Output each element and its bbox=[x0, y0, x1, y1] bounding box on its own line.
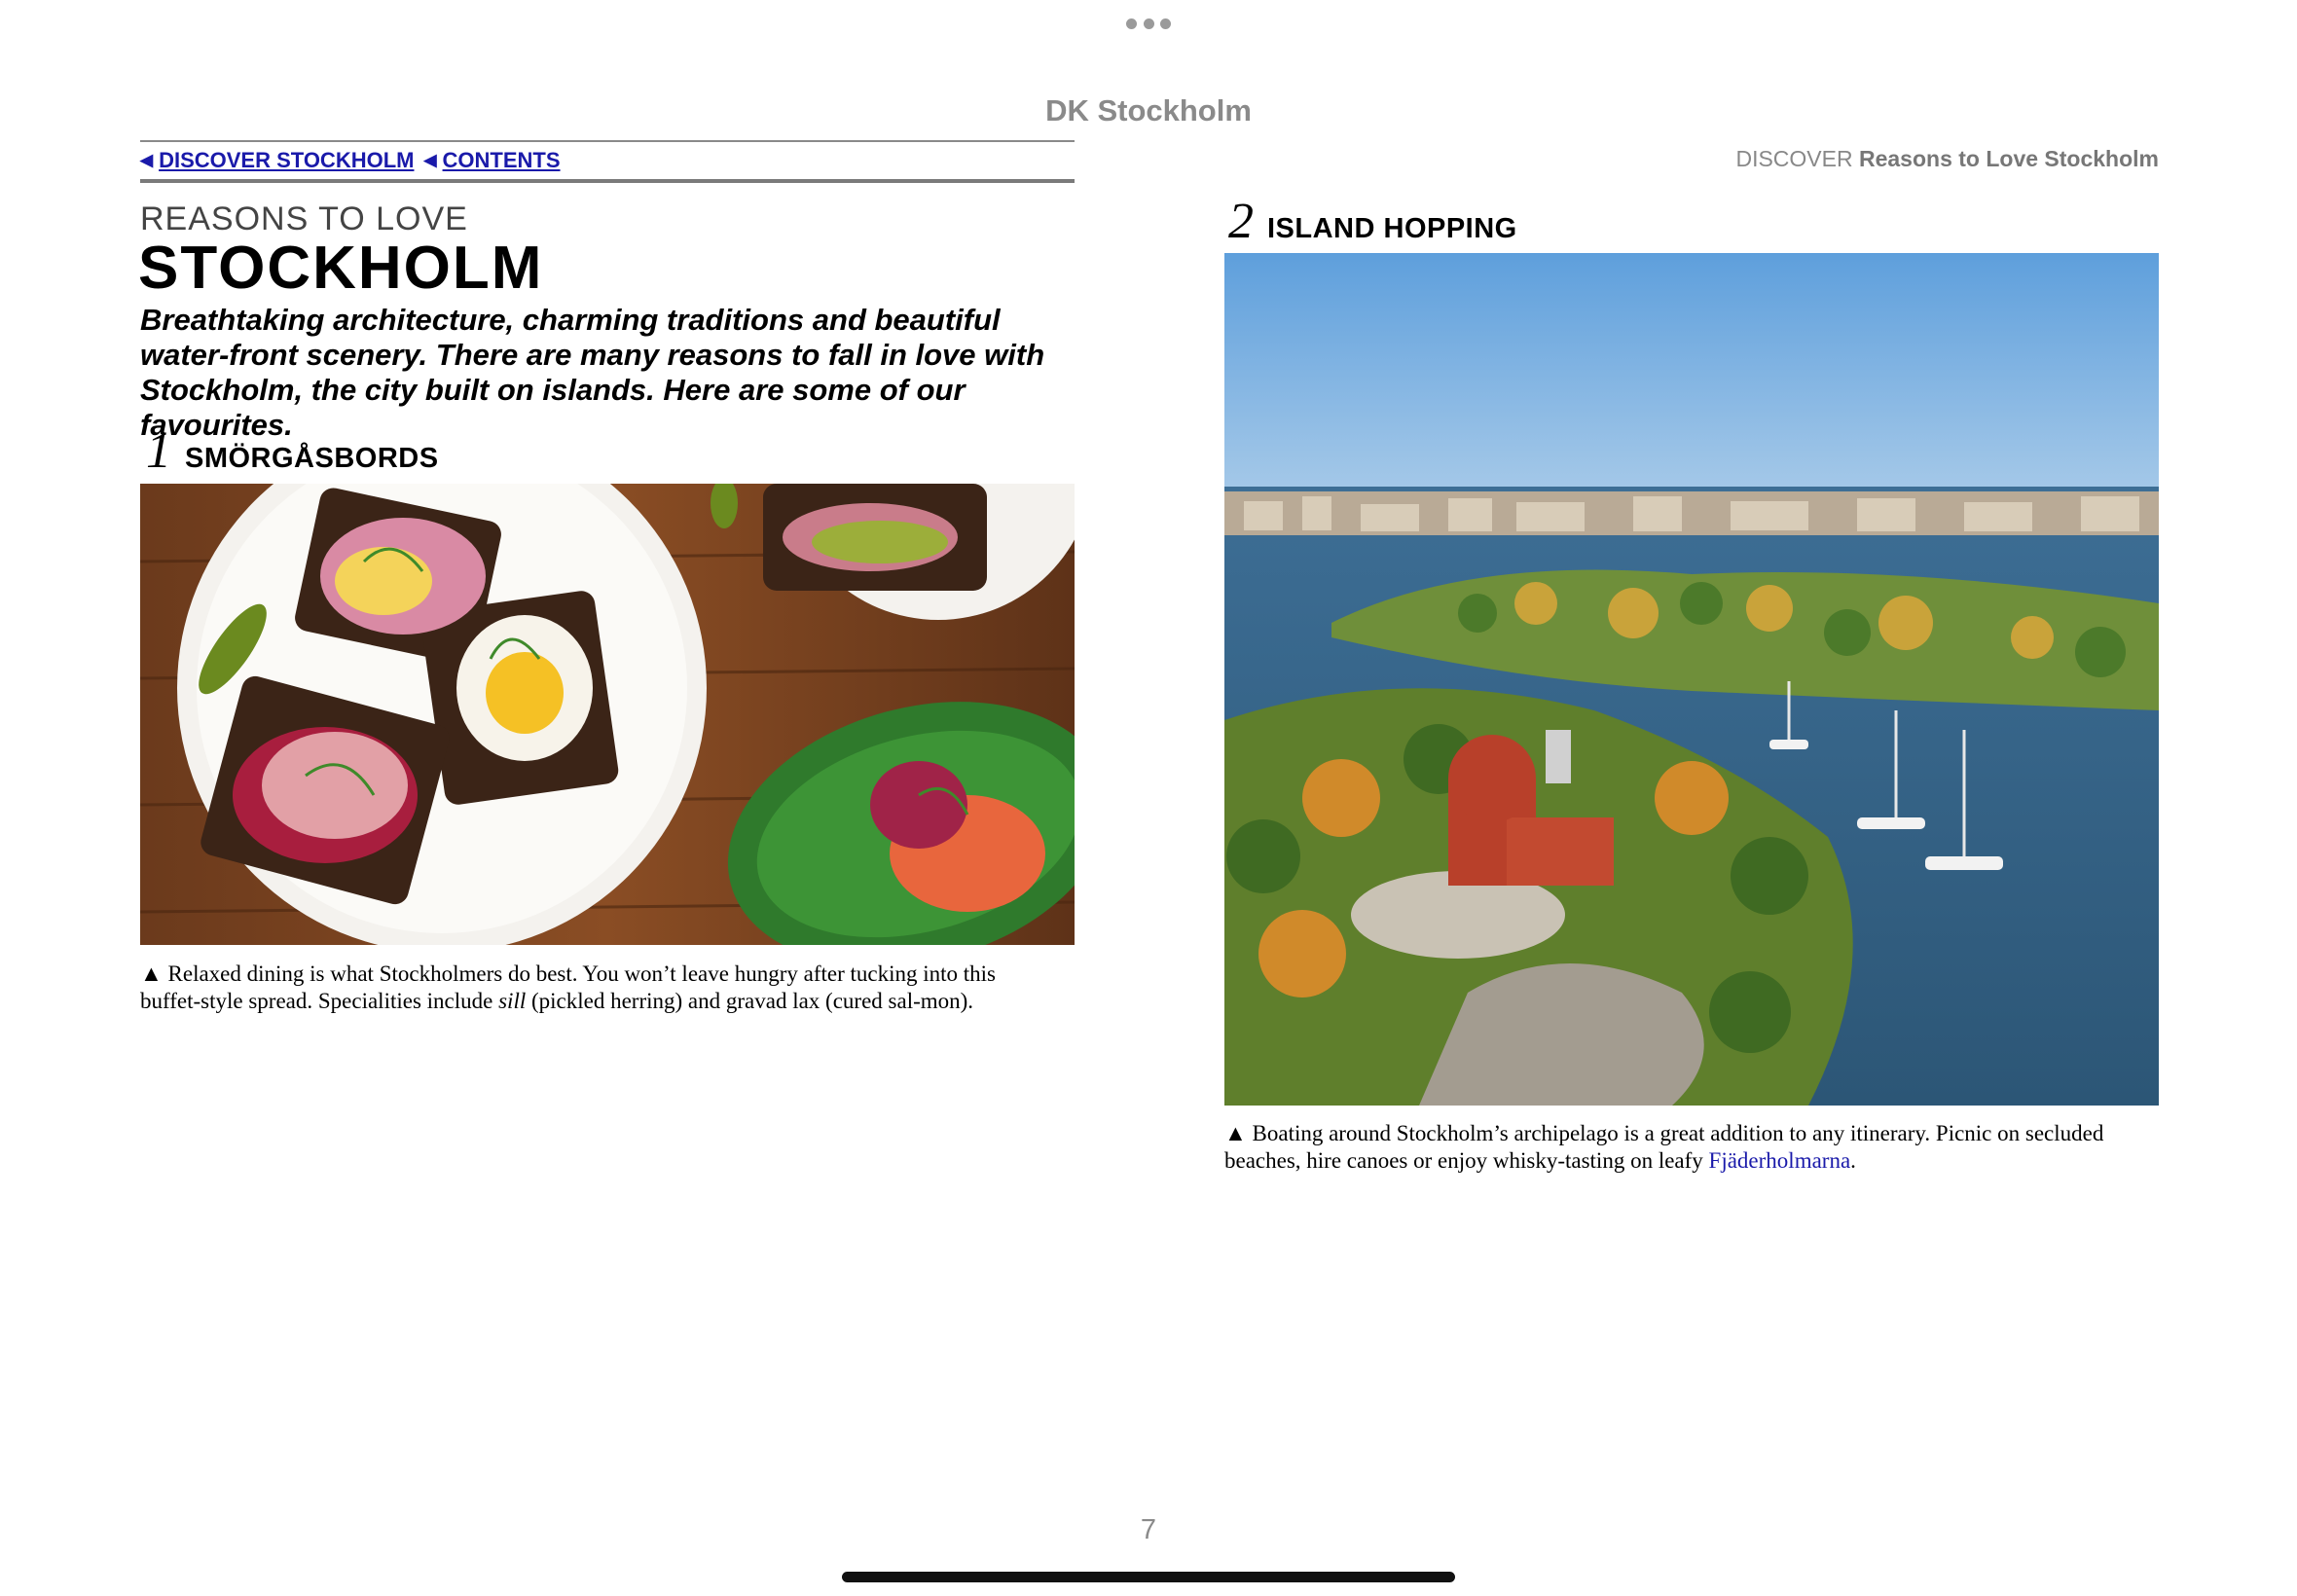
item-number: 2 bbox=[1228, 194, 1254, 249]
item-heading-island-hopping: 2 ISLAND HOPPING bbox=[1228, 193, 1517, 250]
smorgasbord-illustration bbox=[140, 484, 1075, 945]
fjaderholmarna-link[interactable]: Fjäderholmarna bbox=[1709, 1148, 1851, 1173]
smorgasbord-caption: ▲ Relaxed dining is what Stockholmers do… bbox=[140, 961, 1055, 1015]
nav-bottom-rule bbox=[140, 179, 1075, 183]
back-triangle-icon: ◀ bbox=[423, 151, 437, 169]
contents-link[interactable]: CONTENTS bbox=[443, 148, 561, 173]
caption-text: (pickled herring) and gravad lax (cured … bbox=[526, 989, 974, 1013]
handle-dot bbox=[1143, 18, 1154, 29]
item-label: SMÖRGÅSBORDS bbox=[185, 443, 439, 474]
page-number: 7 bbox=[1140, 1514, 1157, 1545]
running-header-title: Reasons to Love Stockholm bbox=[1858, 146, 2159, 171]
breadcrumb: ◀ DISCOVER STOCKHOLM ◀ CONTENTS bbox=[140, 146, 570, 175]
running-header-section: DISCOVER bbox=[1735, 146, 1853, 171]
caption-italic-term: sill bbox=[498, 989, 527, 1013]
back-triangle-icon: ◀ bbox=[140, 151, 154, 169]
caption-text: ▲ Boating around Stockholm’s archipelago… bbox=[1224, 1121, 2104, 1173]
nav-top-rule bbox=[140, 140, 1075, 142]
archipelago-illustration bbox=[1224, 253, 2159, 1106]
caption-text: . bbox=[1850, 1148, 1856, 1173]
item-label: ISLAND HOPPING bbox=[1267, 213, 1517, 244]
handle-dot bbox=[1126, 18, 1137, 29]
discover-stockholm-link[interactable]: DISCOVER STOCKHOLM bbox=[159, 148, 414, 173]
item-number: 1 bbox=[146, 423, 171, 479]
handle-dot bbox=[1160, 18, 1171, 29]
page-title: STOCKHOLM bbox=[138, 235, 544, 302]
running-header: DISCOVER Reasons to Love Stockholm bbox=[1735, 146, 2159, 172]
book-title: DK Stockholm bbox=[1045, 93, 1252, 127]
window-handle[interactable] bbox=[1126, 18, 1171, 29]
archipelago-photo[interactable] bbox=[1224, 253, 2159, 1106]
smorgasbord-photo[interactable] bbox=[140, 484, 1075, 945]
archipelago-caption: ▲ Boating around Stockholm’s archipelago… bbox=[1224, 1120, 2159, 1175]
home-indicator[interactable] bbox=[842, 1572, 1455, 1582]
item-heading-smorgasbords: 1 SMÖRGÅSBORDS bbox=[146, 422, 439, 480]
